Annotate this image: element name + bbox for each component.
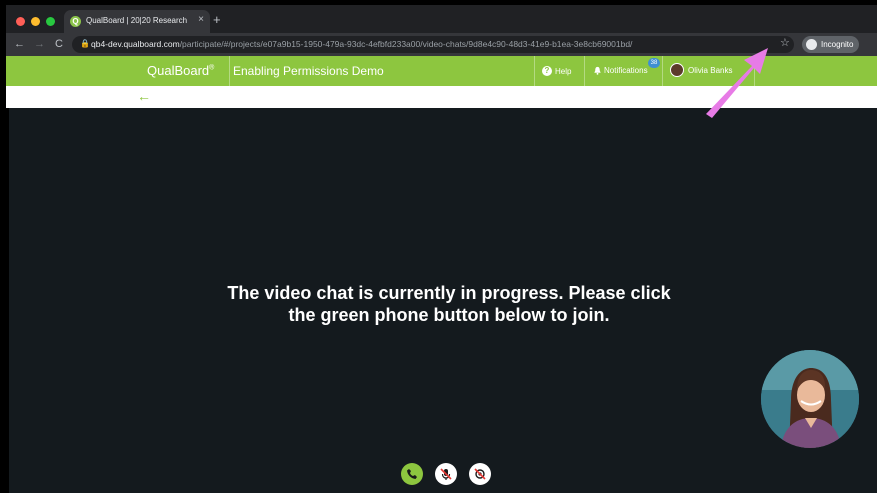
close-window-button[interactable] (16, 17, 25, 26)
microphone-muted-icon (440, 468, 452, 480)
self-view-video[interactable] (761, 350, 859, 448)
logo-text: QualBoard (147, 63, 210, 78)
new-tab-button[interactable]: + (213, 13, 221, 26)
bookmark-star-icon[interactable]: ☆ (780, 36, 790, 50)
header-divider (662, 56, 663, 86)
url-host: qb4-dev.qualboard.com (91, 39, 180, 49)
browser-window: Q QualBoard | 20|20 Research × + ← → C 🔒… (0, 0, 877, 493)
minimize-window-button[interactable] (31, 17, 40, 26)
header-divider (534, 56, 535, 86)
notifications-label: Notifications (604, 66, 648, 75)
notifications-button[interactable]: Notifications (593, 66, 648, 75)
help-icon: ? (542, 66, 552, 76)
help-button[interactable]: ? Help (542, 66, 571, 76)
tab-strip: Q QualBoard | 20|20 Research × + (6, 5, 877, 33)
call-controls (401, 463, 491, 485)
project-title: Enabling Permissions Demo (233, 64, 384, 78)
video-chat-area: The video chat is currently in progress.… (9, 108, 877, 493)
toggle-camera-button[interactable] (469, 463, 491, 485)
user-avatar (670, 63, 684, 77)
logo-registered-mark: ® (209, 64, 215, 72)
forward-button[interactable]: → (34, 37, 45, 51)
back-button[interactable]: ← (14, 37, 25, 51)
camera-off-icon (474, 468, 486, 480)
url-path: /participate/#/projects/e07a9b15-1950-47… (179, 39, 633, 49)
browser-tab[interactable]: Q QualBoard | 20|20 Research × (64, 10, 210, 33)
address-bar[interactable]: 🔒 qb4-dev.qualboard.com/participate/#/pr… (72, 36, 834, 53)
qualboard-favicon-icon: Q (70, 16, 81, 27)
video-chat-message: The video chat is currently in progress.… (227, 283, 671, 325)
maximize-window-button[interactable] (46, 17, 55, 26)
header-divider (229, 56, 230, 86)
reload-button[interactable]: C (55, 37, 63, 51)
incognito-label: Incognito (821, 40, 854, 49)
mute-microphone-button[interactable] (435, 463, 457, 485)
incognito-icon (806, 39, 817, 50)
back-arrow-icon[interactable]: ← (137, 89, 151, 103)
url-text: qb4-dev.qualboard.com/participate/#/proj… (91, 39, 632, 49)
notifications-count-badge: 38 (648, 58, 660, 68)
qualboard-logo[interactable]: QualBoard® (147, 63, 214, 78)
tab-close-icon[interactable]: × (198, 14, 204, 25)
help-label: Help (555, 66, 572, 76)
phone-icon (407, 469, 417, 479)
participant-self-view-image (761, 350, 859, 448)
tab-title: QualBoard | 20|20 Research (86, 16, 188, 25)
join-call-button[interactable] (401, 463, 423, 485)
lock-icon: 🔒 (80, 39, 90, 48)
bell-icon (594, 66, 601, 75)
incognito-indicator[interactable]: Incognito (802, 36, 860, 53)
annotation-arrow-icon (706, 48, 768, 118)
browser-menu-icon[interactable]: ⋮ (872, 37, 877, 51)
header-divider (584, 56, 585, 86)
